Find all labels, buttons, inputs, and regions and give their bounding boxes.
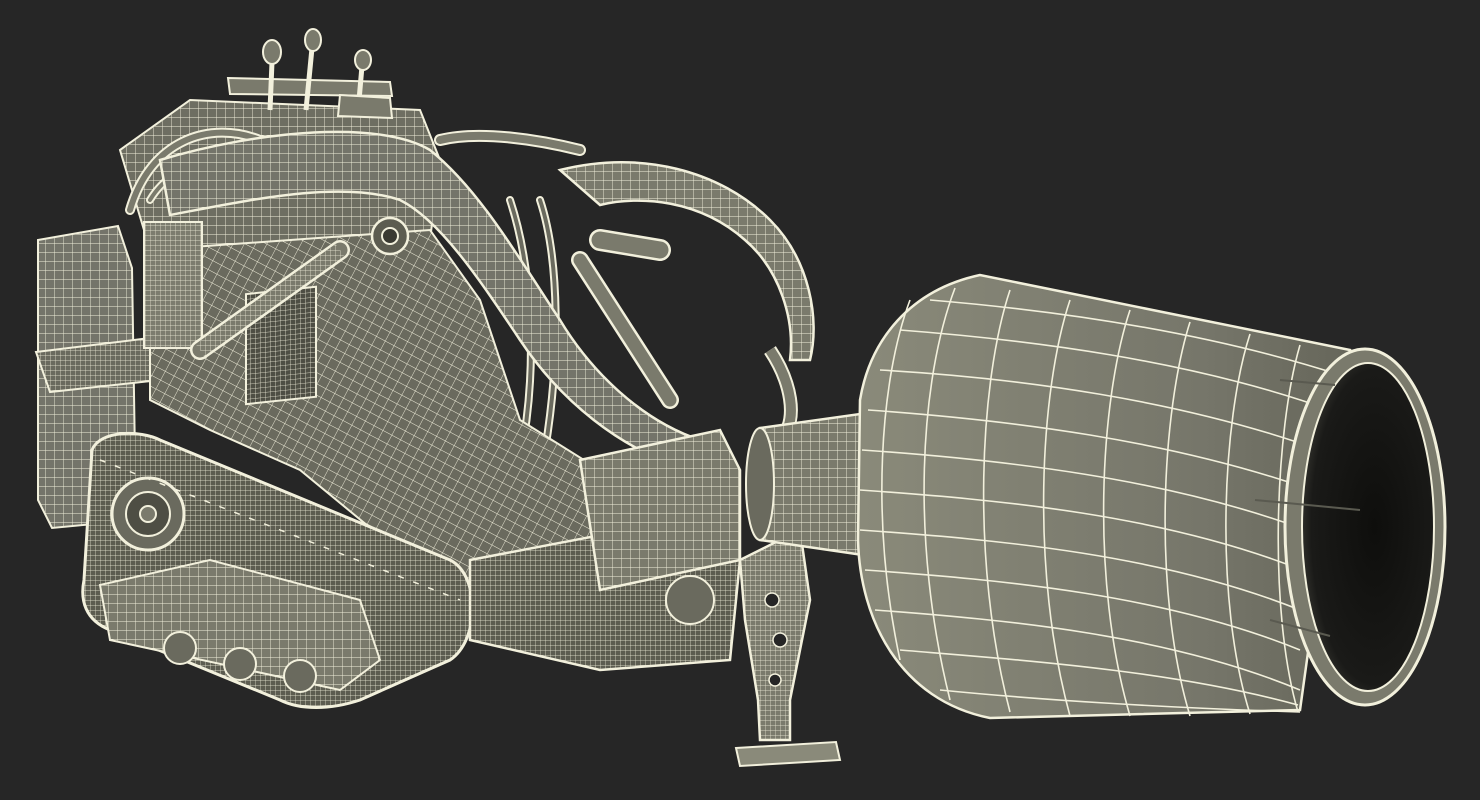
mixer-stand [734,528,842,768]
mixer-drum [856,273,1352,720]
filter-unit [143,221,203,349]
render-viewport [0,0,1480,800]
mixer-hub [745,412,872,558]
attachment-plate [578,428,742,592]
